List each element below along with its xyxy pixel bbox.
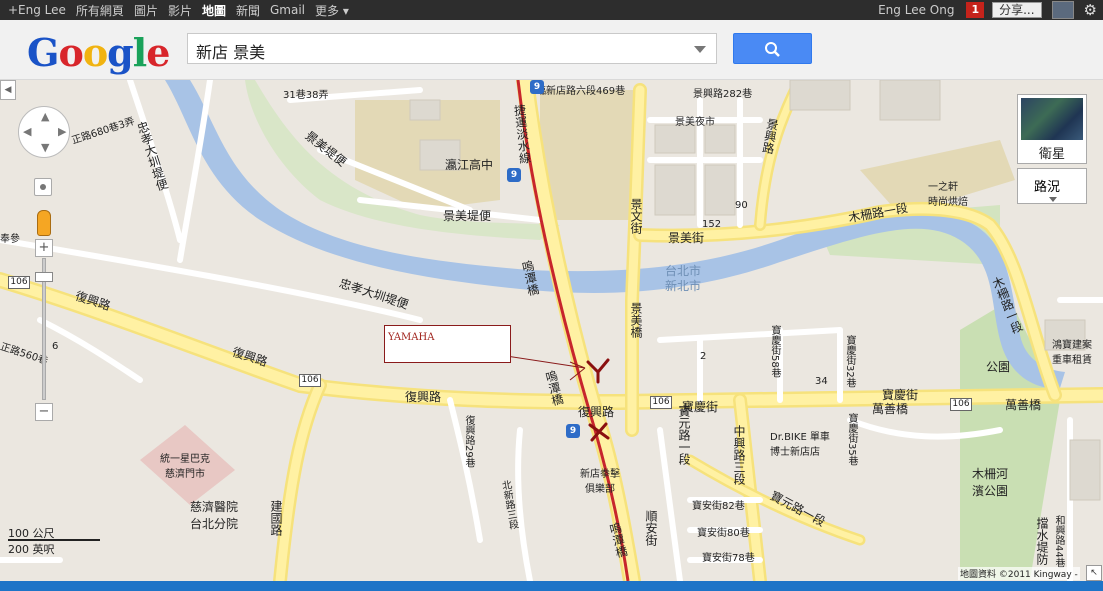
road-label-alley: 寶慶街58巷 — [769, 325, 780, 378]
route-9-shield: 9 — [566, 424, 580, 438]
address-number: 奉參 — [0, 234, 20, 245]
road-label-alley: 臨新店路六段469巷 — [536, 86, 626, 97]
top-navigation-bar: +Eng Lee 所有網頁 圖片 影片 地圖 新聞 Gmail 更多 ▾ Eng… — [0, 0, 1103, 20]
top-nav-right: Eng Lee Ong 1 分享... ⚙ — [878, 0, 1097, 20]
route-9-shield: 9 — [507, 168, 521, 182]
nav-link-web[interactable]: 所有網頁 — [76, 2, 124, 19]
road-label-jingmei-dike: 景美堤便 — [443, 209, 492, 223]
user-name[interactable]: Eng Lee Ong — [878, 3, 954, 17]
road-label-zhongxing: 中興路三段 — [732, 425, 746, 485]
traffic-label: 路況 — [1034, 180, 1061, 195]
pan-up-icon[interactable]: ▲ — [41, 110, 49, 123]
road-label-dike: 擋水堤防 — [1035, 517, 1049, 565]
pan-control[interactable]: ▲ ▼ ◀ ▶ — [18, 106, 70, 158]
map-base — [0, 80, 1103, 581]
road-label-jingmei-bridge: 景美橋 — [629, 302, 643, 338]
road-label-jingmei-st: 景美街 — [668, 231, 705, 245]
place-label-club: 新店拳擊 俱樂部 — [580, 469, 620, 495]
chevron-down-icon[interactable] — [694, 46, 706, 53]
gear-icon[interactable]: ⚙ — [1084, 1, 1097, 19]
road-label-baoan: 寶安街82巷 — [692, 501, 745, 512]
place-label-drbike: Dr.BIKE 單車 博士新店店 — [770, 432, 830, 458]
scale-imperial: 200 英呎 — [8, 543, 55, 556]
route-106-shield: 106 — [299, 374, 321, 387]
address-number: 6 — [52, 341, 59, 352]
road-label-wanshan: 萬善橋 — [872, 402, 909, 416]
map-canvas[interactable]: 復興路 復興路 復興路 復興路 忠孝大圳堤便 景美堤便 景美堤便 景美街 景文街… — [0, 80, 1103, 581]
expand-corner-button[interactable]: ↖ — [1086, 565, 1102, 581]
pan-right-icon[interactable]: ▶ — [58, 125, 66, 138]
search-input[interactable]: 新店 景美 — [187, 33, 717, 64]
road-label-jianguo: 建國路 — [269, 500, 283, 536]
zoom-in-button[interactable]: + — [35, 239, 53, 257]
my-location-button[interactable] — [34, 178, 52, 196]
road-label-wanshan: 萬善橋 — [1005, 398, 1042, 412]
road-label-jingwen: 景文街 — [629, 198, 643, 234]
place-label-school: 瀛江高中 — [445, 158, 494, 172]
address-number: 152 — [702, 219, 722, 230]
search-query: 新店 景美 — [196, 43, 266, 62]
road-label-baoan: 寶安街78巷 — [702, 553, 755, 564]
place-label-night-market: 景美夜市 — [675, 117, 715, 128]
place-label-hospital: 慈濟醫院 台北分院 — [190, 500, 239, 531]
chevron-down-icon — [1049, 197, 1057, 202]
traffic-dropdown[interactable]: 路況 — [1017, 168, 1087, 204]
district-label-newtaipei: 新北市 — [665, 279, 702, 293]
nav-link-plus[interactable]: +Eng Lee — [8, 3, 66, 17]
route-106-shield: 106 — [8, 276, 30, 289]
route-106-shield: 106 — [950, 398, 972, 411]
nav-link-maps[interactable]: 地圖 — [202, 2, 226, 19]
road-label-baoan: 寶安街80巷 — [697, 528, 750, 539]
road-label-alley: 31巷38弄 — [283, 90, 329, 101]
map-copyright: 地圖資料 ©2011 Kingway - — [958, 567, 1080, 580]
address-number: 90 — [735, 200, 748, 211]
annotation-yamaha-box: YAMAHA — [384, 325, 511, 363]
collapse-panel-button[interactable]: ◀ — [0, 80, 16, 100]
road-label-alley: 寶慶街32巷 — [844, 335, 855, 388]
place-label-cafe: 一之軒 時尚烘焙 — [928, 182, 968, 208]
pegman-icon[interactable] — [37, 210, 51, 236]
place-label-park: 公園 — [986, 360, 1011, 374]
place-label-muzha-park: 木柵河 濱公園 — [972, 467, 1009, 498]
road-label-baoyuan: 寶元路一段 — [677, 405, 691, 465]
pan-left-icon[interactable]: ◀ — [23, 125, 31, 138]
top-nav-links: +Eng Lee 所有網頁 圖片 影片 地圖 新聞 Gmail 更多 ▾ — [8, 0, 359, 20]
share-button[interactable]: 分享... — [992, 2, 1042, 18]
road-label-fuxing: 復興路 — [578, 405, 615, 419]
satellite-label: 衛星 — [1038, 147, 1065, 162]
place-label-shop: 鴻寶建案 重車租賃 — [1052, 340, 1092, 366]
road-label-shunan: 順安街 — [644, 510, 658, 546]
pan-down-icon[interactable]: ▼ — [41, 141, 49, 154]
road-label-alley: 景興路282巷 — [693, 89, 753, 100]
address-number: 34 — [815, 376, 828, 387]
nav-link-gmail[interactable]: Gmail — [270, 3, 305, 17]
taskbar — [0, 581, 1103, 591]
google-logo[interactable]: Google — [27, 30, 170, 75]
avatar[interactable] — [1051, 1, 1074, 19]
zoom-slider-handle[interactable] — [35, 272, 53, 282]
search-icon — [765, 42, 780, 57]
scale-bar — [8, 539, 100, 541]
route-9-shield: 9 — [530, 80, 544, 94]
address-number: 2 — [700, 351, 707, 362]
satellite-toggle[interactable]: 衛星 — [1017, 94, 1087, 164]
nav-link-videos[interactable]: 影片 — [168, 2, 192, 19]
road-label-fuxing: 復興路 — [405, 390, 442, 404]
road-label-alley: 寶慶街35巷 — [846, 413, 857, 466]
satellite-thumbnail — [1021, 98, 1083, 140]
route-106-shield: 106 — [650, 396, 672, 409]
notification-badge[interactable]: 1 — [966, 2, 985, 18]
search-button[interactable] — [733, 33, 812, 64]
map-scale: 100 公尺 200 英呎 — [8, 525, 100, 557]
nav-link-images[interactable]: 圖片 — [134, 2, 158, 19]
zoom-out-button[interactable]: − — [35, 403, 53, 421]
road-label-alley: 和興路44巷 — [1053, 515, 1064, 568]
nav-link-more[interactable]: 更多 ▾ — [315, 2, 349, 19]
nav-link-news[interactable]: 新聞 — [236, 2, 260, 19]
search-header: Google 新店 景美 — [0, 20, 1103, 80]
road-label-alley: 復興路29巷 — [463, 415, 474, 468]
annotation-yamaha-text: YAMAHA — [388, 332, 435, 343]
place-label-starbucks: 統一星巴克 慈濟門市 — [160, 454, 210, 480]
